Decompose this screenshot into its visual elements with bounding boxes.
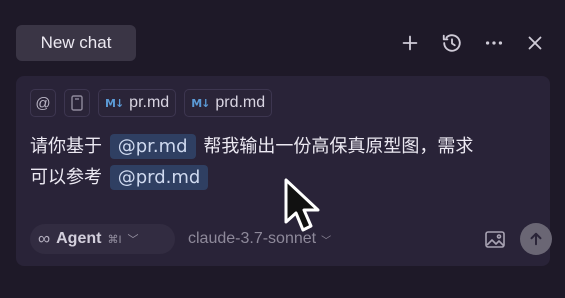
at-icon: @	[35, 94, 51, 112]
chat-panel: New chat @ M↓ pr.md M↓ prd.md 请你基于 @pr.m…	[0, 0, 565, 298]
image-icon	[485, 230, 505, 248]
chat-composer[interactable]: @ M↓ pr.md M↓ prd.md 请你基于 @pr.md 帮我输出一份高…	[16, 76, 552, 266]
add-file-button[interactable]	[64, 89, 90, 117]
message-text: 帮我输出一份高保真原型图，需求	[203, 136, 474, 157]
send-button[interactable]	[520, 223, 552, 255]
context-chip-label: prd.md	[215, 94, 266, 111]
arrow-up-icon	[530, 232, 542, 246]
message-text: 请你基于	[30, 136, 102, 157]
mention-prd-md[interactable]: @prd.md	[109, 165, 209, 190]
file-icon	[71, 95, 83, 111]
chevron-down-icon: ﹀	[127, 234, 139, 246]
markdown-icon: M↓	[105, 96, 124, 110]
mouse-cursor-icon	[284, 178, 320, 232]
context-chip-prd-md[interactable]: M↓ prd.md	[184, 89, 273, 117]
plus-icon[interactable]	[396, 29, 424, 57]
mode-select[interactable]: ∞ Agent ⌘I ﹀	[30, 224, 175, 254]
mention-pr-md[interactable]: @pr.md	[109, 134, 196, 159]
message-text: 可以参考	[30, 167, 102, 188]
chat-header: New chat	[0, 0, 565, 76]
mode-label: Agent	[56, 230, 102, 247]
at-mention-button[interactable]: @	[30, 89, 56, 117]
context-chip-label: pr.md	[129, 94, 170, 111]
tab-new-chat[interactable]: New chat	[16, 25, 136, 61]
context-chips: @ M↓ pr.md M↓ prd.md	[30, 88, 273, 118]
history-icon[interactable]	[438, 29, 466, 57]
close-icon[interactable]	[521, 29, 549, 57]
infinity-icon: ∞	[38, 229, 51, 248]
mode-shortcut: ⌘I	[107, 233, 122, 246]
context-chip-pr-md[interactable]: M↓ pr.md	[98, 89, 177, 117]
image-upload-button[interactable]	[482, 227, 508, 251]
markdown-icon: M↓	[191, 96, 210, 110]
more-icon[interactable]	[480, 29, 508, 57]
